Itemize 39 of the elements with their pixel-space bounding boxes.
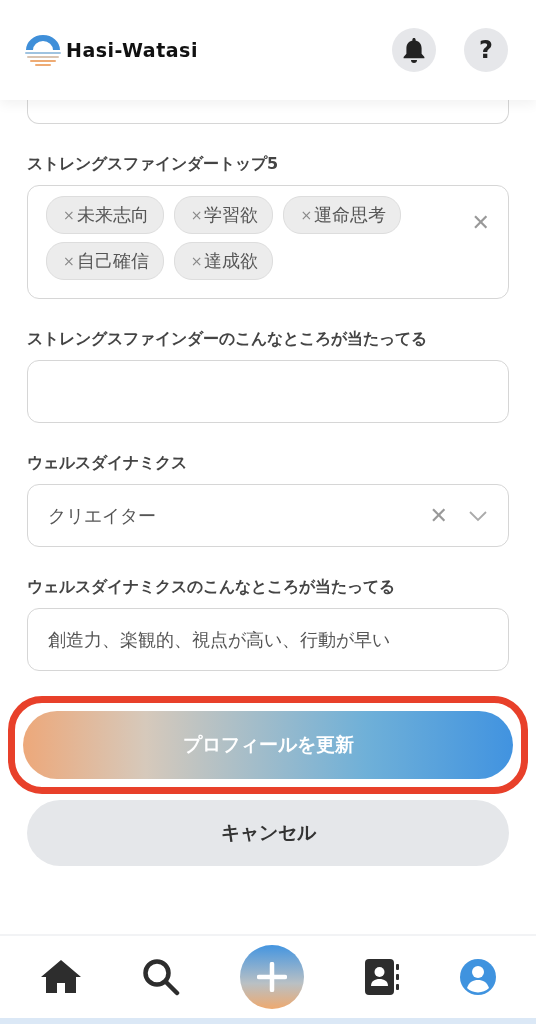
select-value: クリエイター	[48, 503, 157, 528]
chevron-down-icon	[468, 509, 488, 522]
remove-tag-button[interactable]: ×	[190, 207, 203, 223]
bell-icon	[402, 37, 426, 63]
select-field[interactable]: クリエイター ✕	[27, 484, 509, 547]
remove-tag-button[interactable]: ×	[63, 253, 75, 269]
field-label: ウェルスダイナミクスのこんなところが当たってる	[27, 577, 396, 598]
clear-button[interactable]: ✕	[429, 503, 448, 528]
field-label: ストレングスファインダーのこんなところが当たってる	[27, 329, 428, 350]
update-profile-button[interactable]: プロフィールを更新	[23, 711, 513, 779]
logo-icon	[24, 33, 62, 67]
profile-icon	[460, 959, 496, 995]
help-button[interactable]: ?	[464, 28, 508, 72]
remove-tag-button[interactable]: ×	[190, 253, 203, 269]
plus-icon	[257, 962, 287, 992]
nav-tab[interactable]	[364, 958, 400, 996]
field-label: ウェルスダイナミクス	[27, 453, 188, 474]
notification-button[interactable]	[392, 28, 436, 72]
field-label: ストレングスファインダートップ5	[27, 154, 280, 175]
tag-label: 達成欲	[204, 249, 259, 273]
clear-button[interactable]: ✕	[471, 210, 490, 235]
tag-label: 未来志向	[76, 203, 149, 227]
tag-label: 学習欲	[204, 203, 259, 227]
remove-tag-button[interactable]: ×	[63, 207, 75, 223]
nav-tab[interactable]	[40, 959, 82, 995]
input-field[interactable]: 創造力、楽観的、視点が高い、行動が早い	[27, 608, 509, 671]
nav-tab[interactable]	[142, 958, 180, 996]
search-icon	[142, 958, 180, 996]
field-value: 創造力、楽観的、視点が高い、行動が早い	[48, 627, 391, 652]
contact-book-icon	[364, 958, 400, 996]
tag-label: 運命思考	[314, 203, 387, 227]
input-field[interactable]	[27, 360, 509, 423]
home-icon	[40, 959, 82, 995]
remove-tag-button[interactable]: ×	[300, 207, 313, 223]
tag-input-field[interactable]: ×未来志向 ×学習欲 ×運命思考 ×自己確信 ×達成欲 ✕	[27, 185, 509, 299]
input-field[interactable]	[27, 100, 509, 124]
cancel-button[interactable]: キャンセル	[27, 800, 509, 866]
tag-label: 自己確信	[76, 249, 149, 273]
app-title: Hasi-Watasi	[66, 39, 198, 61]
